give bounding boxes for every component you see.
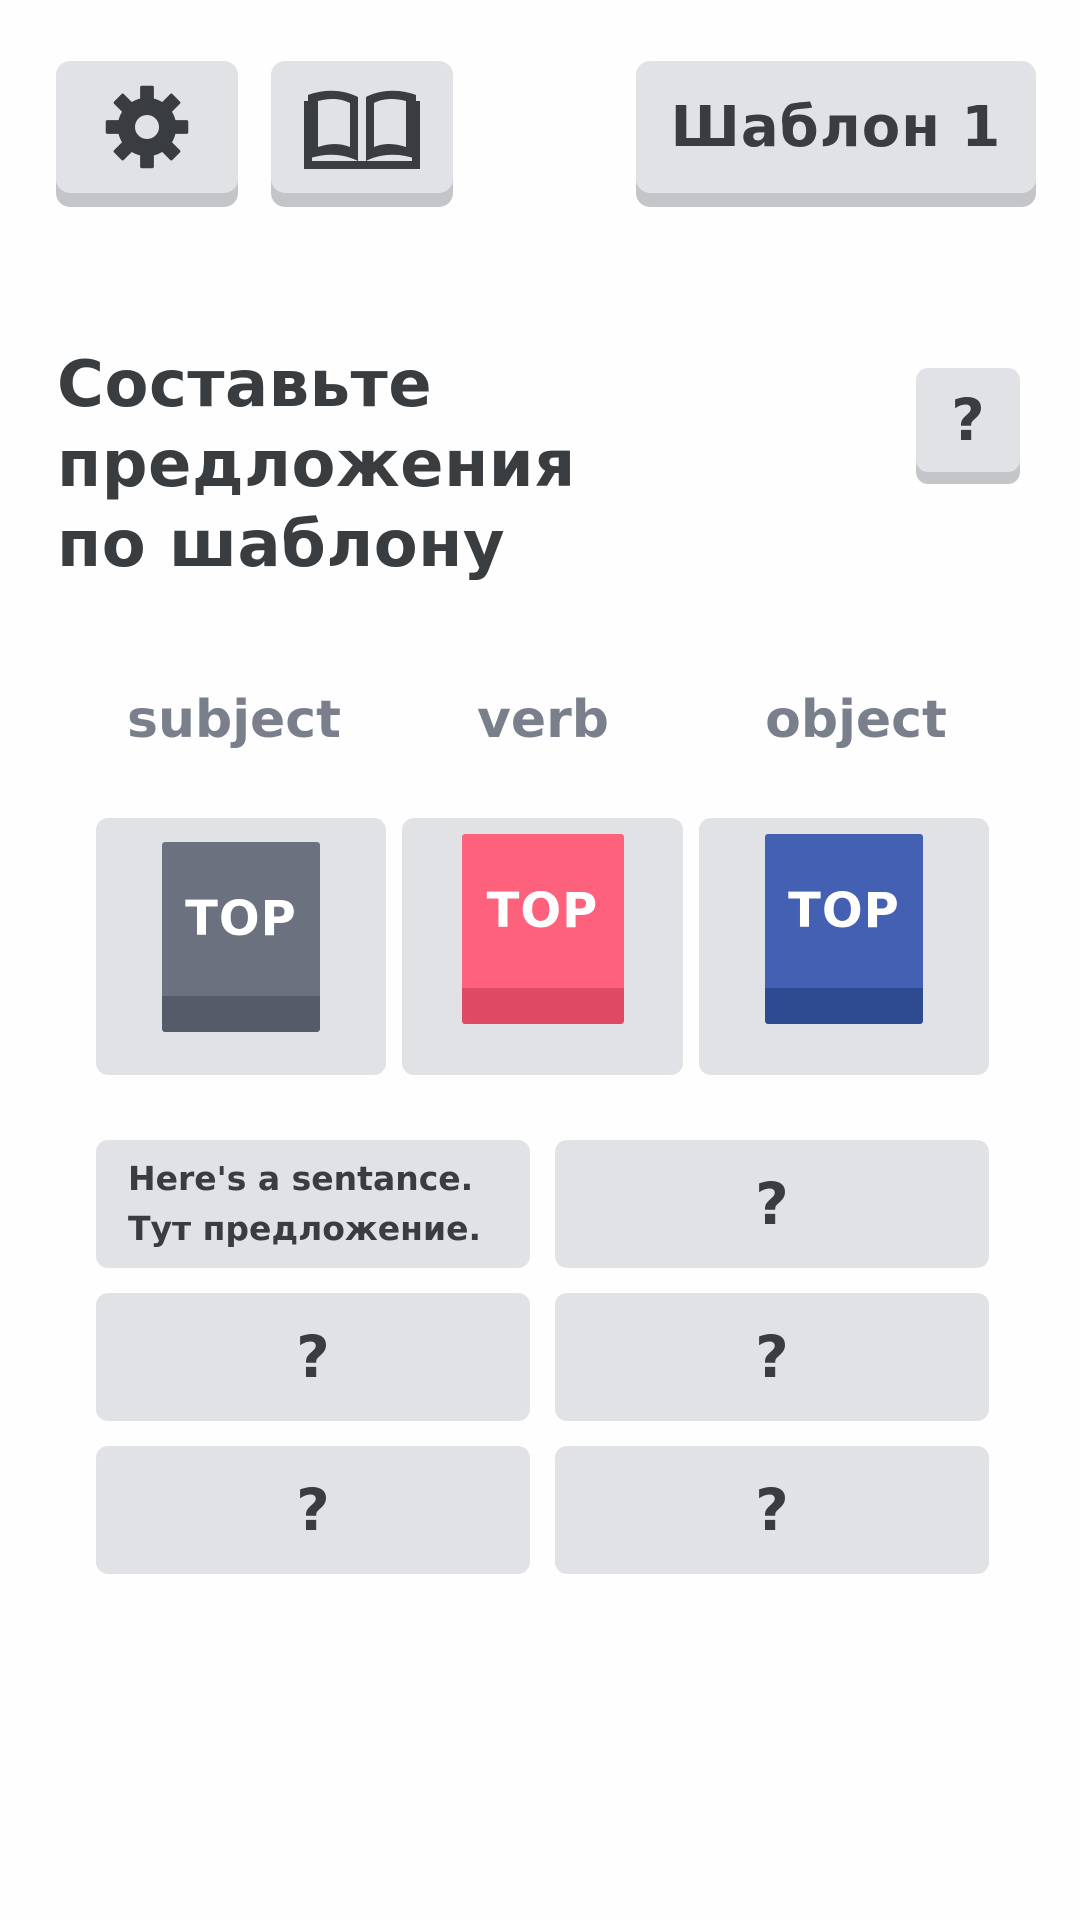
sentence-placeholder: ? [755,1170,789,1238]
gear-icon [105,85,189,169]
subject-card: TOP [162,841,320,1032]
verb-card: TOP [461,833,624,1024]
sentence-slot-3[interactable]: ? [96,1293,530,1421]
sentence-text: Here's a sentance. Тут предложение. [128,1154,481,1254]
verb-card-base [461,987,624,1024]
task-heading-line2: по шаблону [57,508,506,582]
help-button[interactable]: ? [916,368,1020,472]
column-label-verb: verb [476,690,610,750]
sentence-slot-4[interactable]: ? [555,1293,989,1421]
column-label-subject: subject [127,690,341,750]
task-heading-line1: Составьте предложения [57,348,576,502]
sentence-placeholder: ? [755,1476,789,1544]
sentence-slot-6[interactable]: ? [555,1446,989,1574]
verb-card-text: TOP [461,833,624,988]
word-tile-object[interactable]: TOP [699,818,989,1075]
sentence-slot-2[interactable]: ? [555,1140,989,1268]
object-card: TOP [765,833,923,1024]
subject-card-text: TOP [162,841,320,996]
subject-card-base [162,995,320,1032]
template-label: Шаблон 1 [670,94,1002,160]
word-tile-verb[interactable]: TOP [402,818,683,1075]
object-card-text: TOP [765,833,923,988]
settings-button[interactable] [56,61,238,193]
template-selector-button[interactable]: Шаблон 1 [636,61,1036,193]
sentence-placeholder: ? [296,1323,330,1391]
word-tile-subject[interactable]: TOP [96,818,386,1075]
task-heading: Составьте предложения по шаблону [57,345,897,585]
sentence-placeholder: ? [755,1323,789,1391]
sentence-slot-5[interactable]: ? [96,1446,530,1574]
open-book-icon [304,90,420,169]
sentence-placeholder: ? [296,1476,330,1544]
sentence-russian: Тут предложение. [128,1209,481,1248]
sentence-english: Here's a sentance. [128,1159,474,1198]
column-label-object: object [765,690,947,750]
help-button-label: ? [951,386,985,454]
sentence-slot-1[interactable]: Here's a sentance. Тут предложение. [96,1140,530,1268]
dictionary-button[interactable] [271,61,453,193]
object-card-base [765,987,923,1024]
